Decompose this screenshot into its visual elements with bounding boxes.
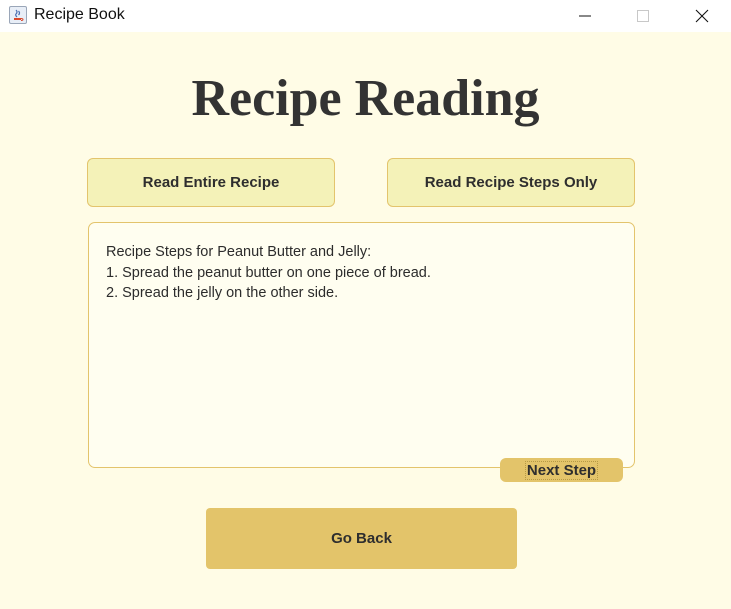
- next-step-label: Next Step: [524, 460, 599, 480]
- recipe-text-line: 1. Spread the peanut butter on one piece…: [106, 264, 431, 281]
- minimize-icon: [579, 15, 591, 17]
- minimize-button[interactable]: [562, 0, 608, 32]
- maximize-button[interactable]: [620, 0, 666, 32]
- recipe-text-area[interactable]: Recipe Steps for Peanut Butter and Jelly…: [88, 222, 635, 468]
- go-back-button[interactable]: Go Back: [206, 508, 517, 569]
- close-icon: [695, 9, 709, 23]
- read-steps-only-button[interactable]: Read Recipe Steps Only: [387, 158, 635, 207]
- next-step-button[interactable]: Next Step: [500, 458, 623, 482]
- recipe-text-line: Recipe Steps for Peanut Butter and Jelly…: [106, 244, 372, 260]
- maximize-icon: [637, 10, 649, 22]
- recipe-text-line: 2. Spread the jelly on the other side.: [106, 285, 339, 301]
- window-title: Recipe Book: [34, 6, 125, 23]
- close-button[interactable]: [679, 0, 725, 32]
- title-bar: Recipe Book: [0, 0, 731, 32]
- read-entire-recipe-button[interactable]: Read Entire Recipe: [87, 158, 335, 207]
- page-title: Recipe Reading: [191, 70, 540, 127]
- java-app-icon: [9, 6, 27, 24]
